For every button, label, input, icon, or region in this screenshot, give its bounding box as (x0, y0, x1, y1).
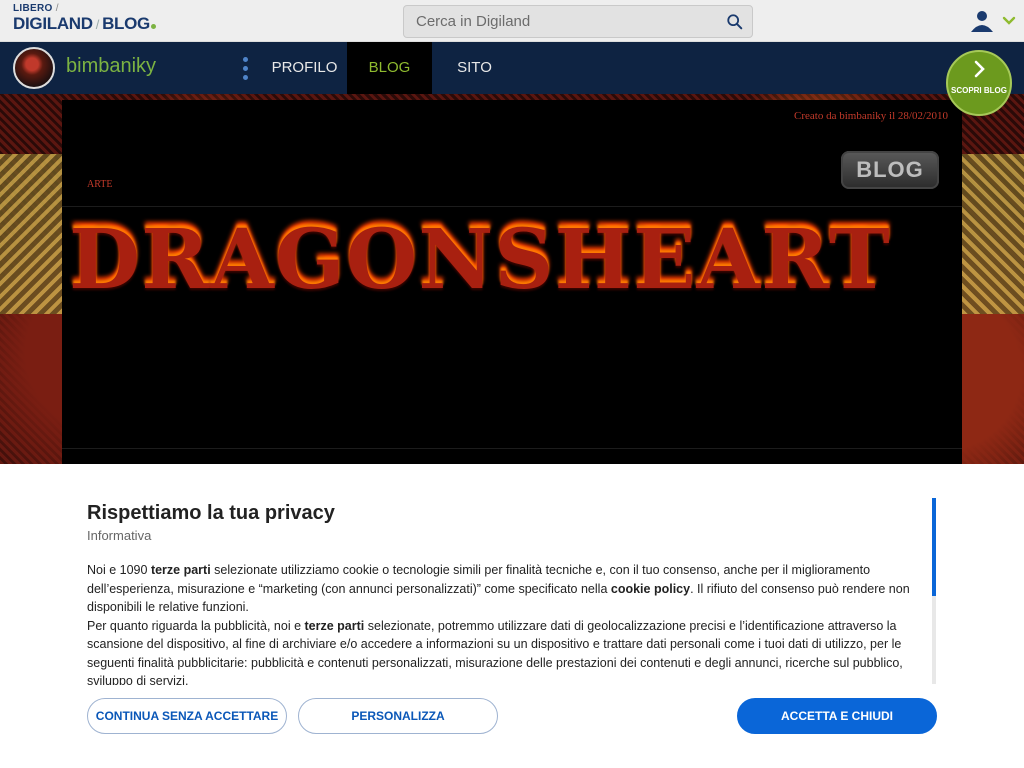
divider (62, 206, 962, 207)
logo-dot (151, 24, 156, 29)
tab-blog[interactable]: BLOG (347, 42, 432, 94)
privacy-subtitle: Informativa (87, 528, 152, 543)
blog-created-info: Creato da bimbaniky il 28/02/2010 (794, 110, 948, 122)
privacy-text: Noi e 1090 terze parti selezionate utili… (87, 563, 910, 685)
blog-title-banner: DRAGONSHEART (69, 212, 891, 308)
chevron-right-icon (974, 60, 985, 78)
username[interactable]: bimbaniky (66, 55, 156, 78)
search-icon[interactable] (726, 13, 744, 31)
chevron-down-icon (1002, 16, 1016, 25)
top-header: LIBERO / DIGILAND / BLOG (0, 0, 1024, 42)
cookie-policy-link[interactable]: cookie policy (611, 582, 690, 596)
discover-blog-button[interactable]: SCOPRI BLOG (946, 50, 1012, 116)
logo-digiland: DIGILAND (13, 14, 93, 33)
tab-sito[interactable]: SITO (432, 42, 517, 94)
user-menu[interactable] (968, 8, 1018, 34)
logo-blog: BLOG (102, 14, 150, 33)
privacy-dialog: Rispettiamo la tua privacy Informativa N… (0, 464, 1024, 768)
digiland-blog-logo[interactable]: LIBERO / DIGILAND / BLOG (13, 4, 156, 32)
discover-blog-label: SCOPRI BLOG (950, 86, 1007, 95)
logo-libero: LIBERO (13, 3, 53, 14)
blog-badge: BLOG (841, 151, 939, 189)
avatar[interactable] (13, 47, 55, 89)
accept-and-close-button[interactable]: ACCETTA E CHIUDI (737, 698, 937, 734)
divider (62, 448, 962, 449)
user-icon (971, 11, 1016, 32)
customize-button[interactable]: PERSONALIZZA (298, 698, 498, 734)
blog-content: Creato da bimbaniky il 28/02/2010 ARTE B… (62, 100, 962, 464)
continue-without-accepting-button[interactable]: CONTINUA SENZA ACCETTARE (87, 698, 287, 734)
logo-separator-2: / (95, 17, 100, 32)
search-input[interactable] (416, 6, 716, 37)
search-box (403, 5, 753, 38)
privacy-title: Rispettiamo la tua privacy (87, 502, 335, 524)
tab-profilo[interactable]: PROFILO (262, 42, 347, 94)
logo-separator: / (55, 3, 59, 14)
scrollbar-thumb[interactable] (932, 498, 936, 596)
profile-nav: bimbaniky PROFILO BLOG SITO (0, 42, 1024, 94)
third-parties-link-2[interactable]: terze parti (305, 619, 365, 633)
kebab-menu-icon[interactable] (243, 57, 249, 81)
blog-category[interactable]: ARTE (87, 179, 113, 190)
third-parties-link[interactable]: terze parti (151, 563, 211, 577)
